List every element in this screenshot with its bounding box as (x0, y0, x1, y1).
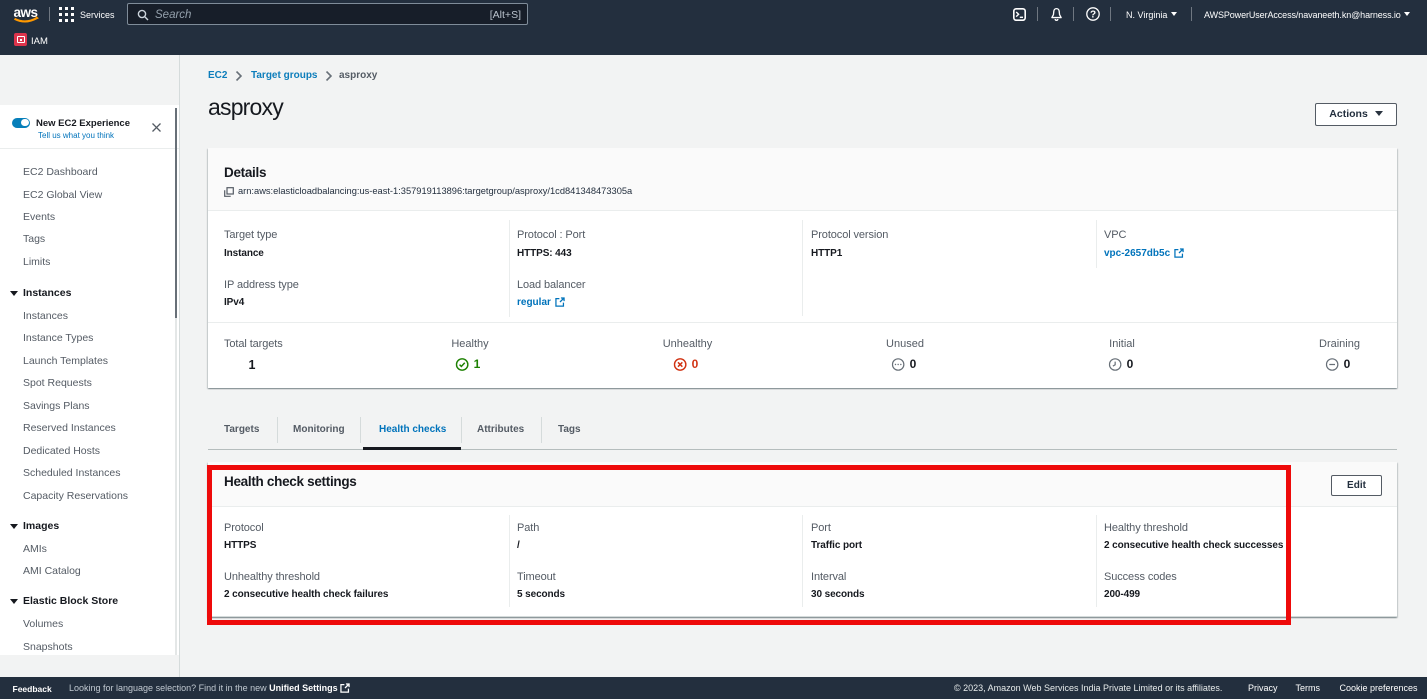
svg-text:?: ? (1090, 10, 1096, 21)
svg-text:aws: aws (14, 5, 38, 20)
